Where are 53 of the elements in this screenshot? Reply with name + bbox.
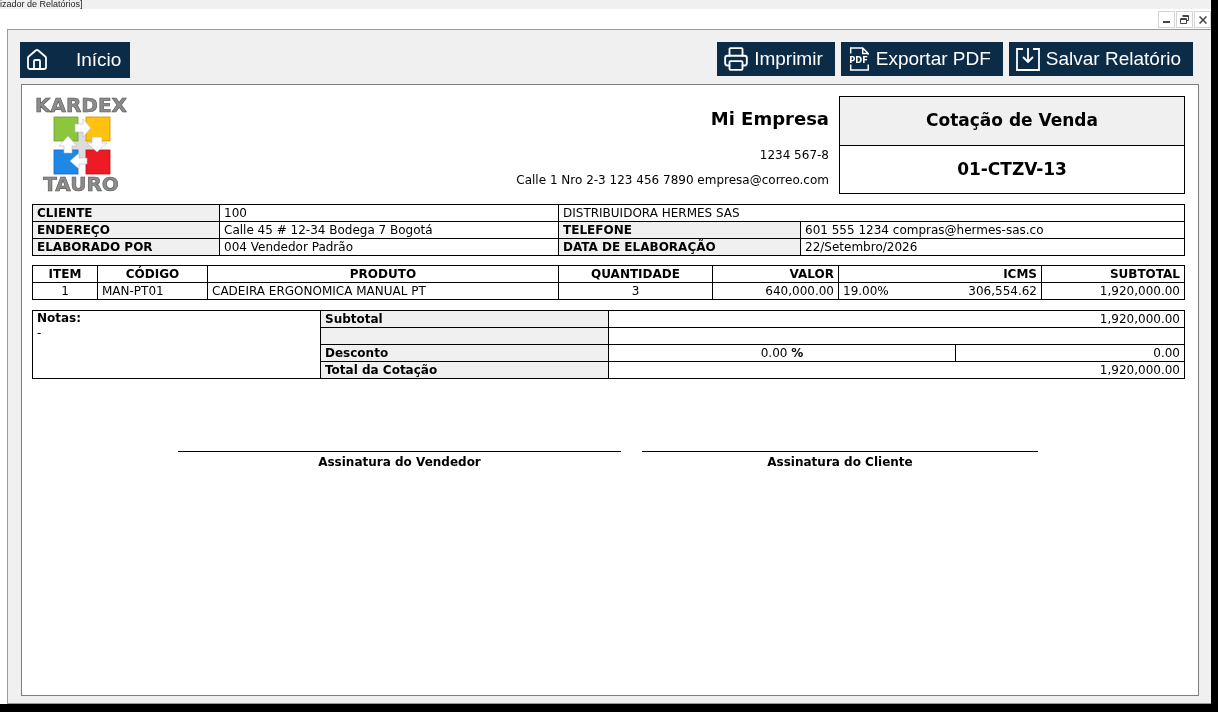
toolbar-button[interactable]: Imprimir: [717, 42, 835, 76]
total-label: Subtotal: [320, 310, 609, 328]
table-cell: 1,920,000.00: [1041, 282, 1185, 300]
notes-label: Notas:: [37, 311, 82, 326]
logo-text: TAURO: [43, 175, 119, 194]
field-value: 22/Setembro/2026: [800, 238, 1185, 256]
company-tax-id: 1234 567-8: [759, 147, 829, 163]
logo-text: KARDEX: [34, 96, 128, 115]
column-header: VALOR: [712, 265, 839, 283]
field-value: 004 Vendedor Padrão: [219, 238, 559, 256]
tax-rate: 19.00%: [843, 283, 889, 299]
table-cell: 1: [32, 282, 98, 300]
column-header: CÓDIGO: [97, 265, 208, 283]
document-title: Cotação de Venda: [840, 97, 1184, 146]
field-label: CLIENTE: [32, 204, 220, 222]
house-icon: [25, 48, 49, 72]
minimize-icon: [1163, 21, 1170, 23]
restore-button[interactable]: [1176, 11, 1193, 28]
document-number: 01-CTZV-13: [956, 157, 1068, 181]
home-button[interactable]: Início: [20, 42, 130, 78]
table-cell: 640,000.00: [712, 282, 839, 300]
toolbar-button[interactable]: Salvar Relatório: [1008, 42, 1193, 76]
window-title: izador de Relatórios]: [0, 0, 83, 9]
logo-arrows-icon: [51, 115, 111, 175]
column-header: ITEM: [32, 265, 98, 283]
column-header: QUANTIDADE: [558, 265, 713, 283]
field-value: 601 555 1234 compras@hermes-sas.co: [800, 221, 1185, 239]
company-name: Mi Empresa: [710, 108, 829, 130]
total-value: 1,920,000.00: [608, 310, 1185, 328]
minimize-button[interactable]: [1158, 11, 1175, 28]
discount-percent: 0.00 %: [608, 344, 956, 362]
signature-label: Assinatura do Vendedor: [318, 454, 481, 470]
column-header: ICMS: [838, 265, 1042, 283]
close-icon: [1198, 15, 1207, 24]
table-cell: CADEIRA ERGONOMICA MANUAL PT: [207, 282, 559, 300]
notes-text: -: [37, 326, 42, 341]
close-button[interactable]: [1194, 11, 1211, 28]
tax-amount: 306,554.62: [968, 283, 1037, 299]
total-value: 1,920,000.00: [608, 361, 1185, 379]
table-cell: 3: [558, 282, 713, 300]
field-value: 100: [219, 204, 559, 222]
column-header: SUBTOTAL: [1041, 265, 1185, 283]
table-cell: MAN-PT01: [97, 282, 208, 300]
toolbar-button[interactable]: PDF Exportar PDF: [840, 42, 1003, 76]
total-value: 0.00: [955, 344, 1185, 362]
restore-icon: [1180, 15, 1189, 24]
field-value: Calle 45 # 12-34 Bodega 7 Bogotá: [219, 221, 559, 239]
column-header: PRODUTO: [207, 265, 559, 283]
field-value: DISTRIBUIDORA HERMES SAS: [558, 204, 1185, 222]
signature-label: Assinatura do Cliente: [767, 454, 913, 470]
download-icon: [1014, 46, 1041, 72]
company-contact: Calle 1 Nro 2-3 123 456 7890 empresa@correo.com: [516, 172, 829, 188]
printer-icon: [723, 46, 750, 72]
